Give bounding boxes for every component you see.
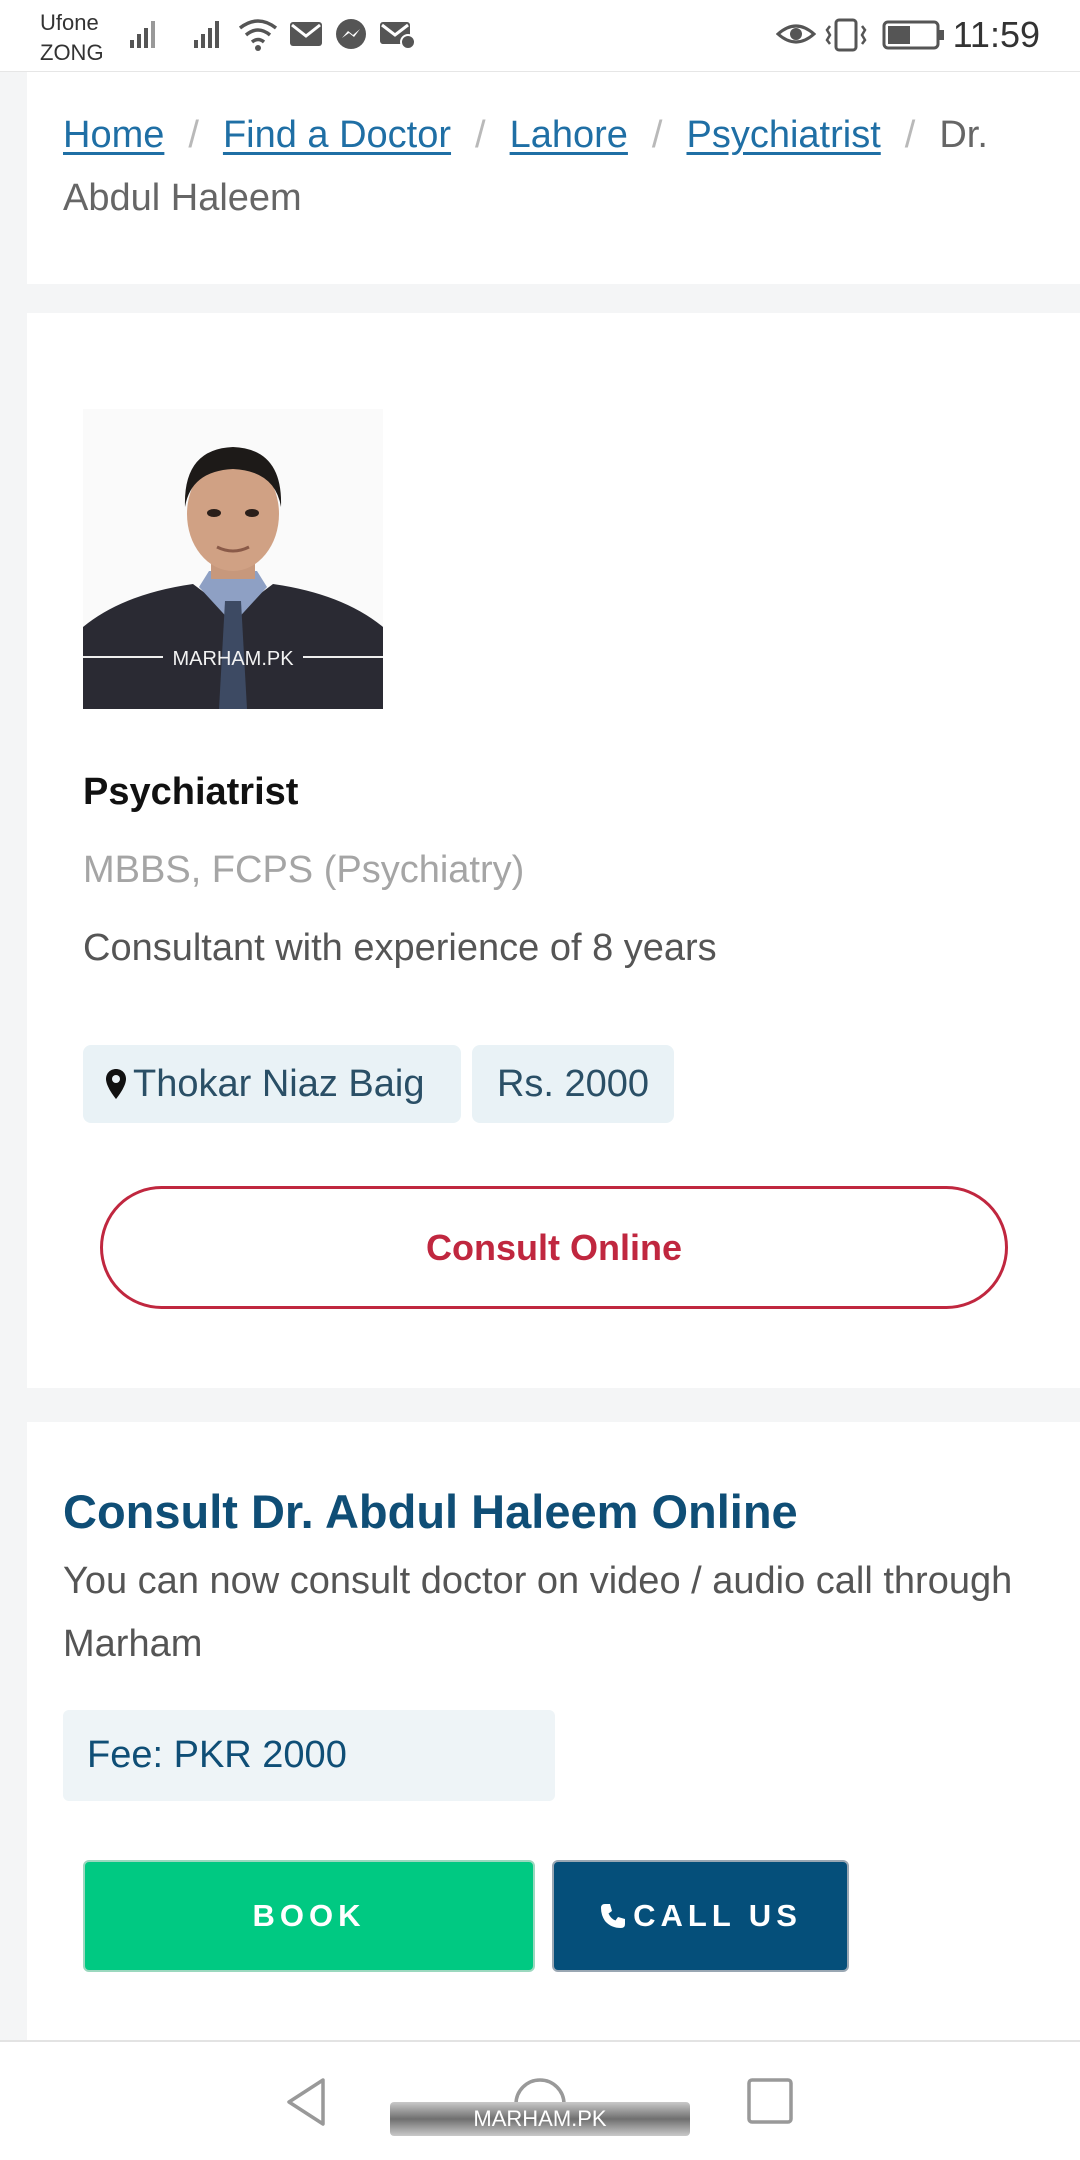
consult-online-button[interactable]: Consult Online <box>100 1186 1008 1309</box>
book-button[interactable]: BOOK <box>83 1860 535 1972</box>
status-clock: 11:59 <box>952 14 1040 55</box>
online-consult-card: Consult Dr. Abdul Haleem Online You can … <box>27 1422 1080 2044</box>
doctor-qualifications: MBBS, FCPS (Psychiatry) <box>83 849 525 891</box>
consult-description: You can now consult doctor on video / au… <box>63 1560 1013 1665</box>
signal-icon <box>130 21 155 48</box>
carrier-2: ZONG <box>40 40 104 65</box>
breadcrumb-home-link[interactable]: Home <box>63 114 164 156</box>
battery-icon <box>882 20 944 50</box>
breadcrumb: Home / Find a Doctor / Lahore / Psychiatrist / D… <box>63 104 1063 230</box>
phone-icon <box>601 1904 626 1928</box>
watermark-logo: MARHAM.PK <box>390 2102 690 2136</box>
doctor-experience: Consultant with experience of 8 years <box>83 927 717 969</box>
breadcrumb-card: Home / Find a Doctor / Lahore / Psychiatrist / D… <box>27 72 1080 284</box>
fee-chip: Rs. 2000 <box>472 1045 674 1123</box>
status-bar: Ufone ZONG 11:59 <box>0 0 1080 72</box>
messenger-icon <box>336 19 366 49</box>
breadcrumb-separator: / <box>651 114 663 156</box>
doctor-photo: MARHAM.PK <box>83 409 383 709</box>
location-chip[interactable]: Thokar Niaz Baig <box>83 1045 461 1123</box>
consult-fee: Fee: PKR 2000 <box>63 1710 555 1801</box>
vibrate-icon <box>825 18 867 52</box>
breadcrumb-separator: / <box>188 114 199 156</box>
mail-icon <box>290 22 322 46</box>
location-pin-icon <box>106 1069 126 1099</box>
breadcrumb-psychiatrist-link[interactable]: Psychiatrist <box>686 114 880 156</box>
location-label: Thokar Niaz Baig <box>133 1063 425 1105</box>
wifi-icon <box>238 19 278 51</box>
breadcrumb-lahore-link[interactable]: Lahore <box>510 114 628 156</box>
carrier-names: Ufone ZONG <box>40 8 104 68</box>
breadcrumb-find-doctor-link[interactable]: Find a Doctor <box>223 114 451 156</box>
doctor-specialty: Psychiatrist <box>83 771 299 813</box>
eye-icon <box>776 24 816 44</box>
doctor-profile-card: MARHAM.PK Psychiatrist MBBS, FCPS (Psych… <box>27 313 1080 1388</box>
call-us-label: CALL US <box>633 1898 802 1933</box>
signal-icon <box>194 21 219 48</box>
photo-watermark: MARHAM.PK <box>172 648 294 670</box>
breadcrumb-separator: / <box>904 114 916 156</box>
mail-settings-icon <box>380 22 416 50</box>
back-nav-icon[interactable] <box>283 2076 329 2128</box>
call-us-button[interactable]: CALL US <box>552 1860 849 1972</box>
carrier-1: Ufone <box>40 10 99 35</box>
breadcrumb-separator: / <box>475 114 486 156</box>
recents-nav-icon[interactable] <box>745 2076 795 2126</box>
consult-title: Consult Dr. Abdul Haleem Online <box>63 1485 798 1538</box>
system-nav-bar: MARHAM.PK <box>0 2040 1080 2160</box>
